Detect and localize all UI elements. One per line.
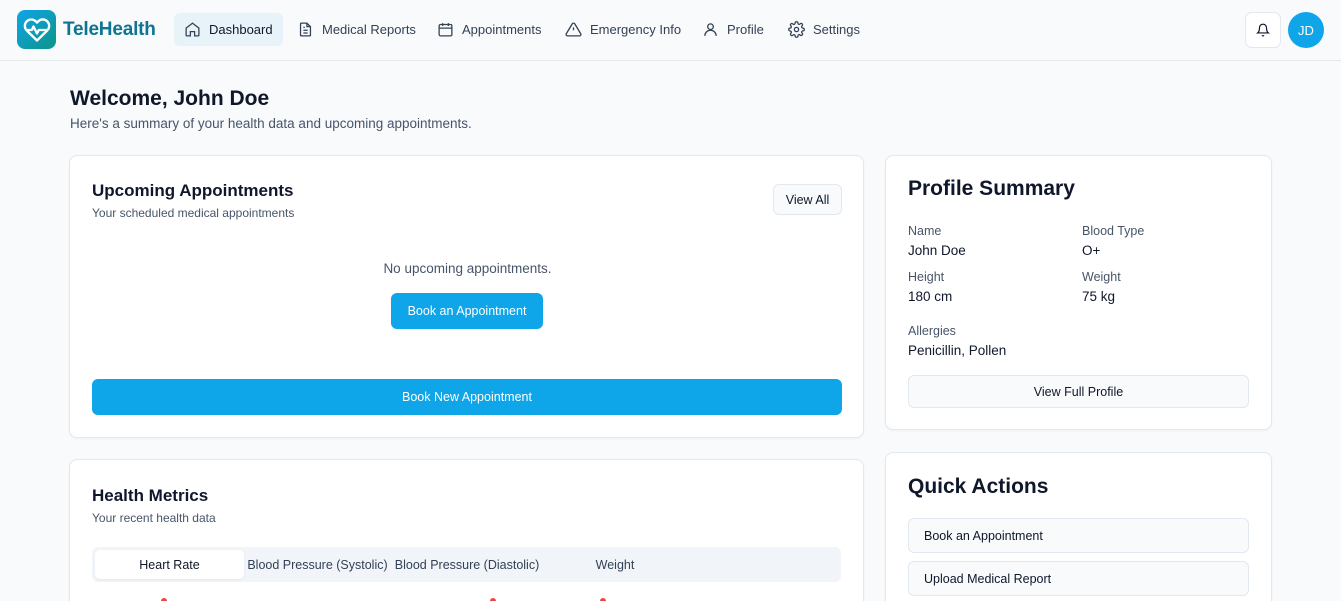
allergies-value: Penicillin, Pollen (908, 343, 1007, 358)
quick-actions-title: Quick Actions (908, 475, 1049, 498)
notifications-button[interactable] (1245, 12, 1281, 48)
tab-weight[interactable]: Weight (542, 550, 688, 579)
profile-summary-card: Profile Summary Name John Doe Blood Type… (885, 155, 1272, 430)
app-name[interactable]: TeleHealth (63, 19, 156, 41)
home-icon (185, 22, 200, 37)
appointments-card: Upcoming Appointments Your scheduled med… (69, 155, 864, 438)
top-navbar: TeleHealth Dashboard Medical Reports App… (0, 0, 1341, 61)
appointments-title: Upcoming Appointments (92, 181, 294, 200)
page-subtitle: Here's a summary of your health data and… (70, 116, 472, 131)
nav-label: Medical Reports (322, 22, 416, 37)
tab-heart-rate[interactable]: Heart Rate (95, 550, 244, 579)
nav-label: Appointments (462, 22, 542, 37)
nav-label: Emergency Info (590, 22, 682, 37)
warning-icon (565, 22, 582, 37)
name-value: John Doe (908, 243, 966, 258)
nav-appointments[interactable]: Appointments (427, 13, 552, 46)
allergies-label: Allergies (908, 324, 956, 338)
nav-settings[interactable]: Settings (778, 13, 870, 46)
nav-dashboard[interactable]: Dashboard (174, 13, 283, 46)
user-avatar[interactable]: JD (1288, 12, 1324, 48)
calendar-icon (438, 23, 453, 37)
metrics-tabs: Heart Rate Blood Pressure (Systolic) Blo… (92, 547, 841, 582)
user-icon (704, 23, 717, 36)
nav-label: Profile (727, 22, 764, 37)
view-all-button[interactable]: View All (773, 184, 842, 215)
profile-summary-title: Profile Summary (908, 177, 1075, 200)
file-icon (299, 22, 312, 37)
blood-type-label: Blood Type (1082, 224, 1145, 238)
health-metrics-subtitle: Your recent health data (92, 511, 216, 525)
gear-icon (788, 21, 805, 38)
tab-blood-pressure-systolic[interactable]: Blood Pressure (Systolic) (245, 550, 390, 579)
book-new-appointment-button[interactable]: Book New Appointment (92, 379, 842, 415)
name-label: Name (908, 224, 942, 238)
appointments-subtitle: Your scheduled medical appointments (92, 206, 295, 220)
blood-type-value: O+ (1082, 243, 1101, 258)
height-label: Height (908, 270, 945, 284)
nav-label: Settings (813, 22, 860, 37)
nav-label: Dashboard (209, 22, 273, 37)
weight-value: 75 kg (1082, 289, 1116, 304)
height-value: 180 cm (908, 289, 953, 304)
quick-action-book-appointment[interactable]: Book an Appointment (908, 518, 1249, 553)
nav-emergency-info[interactable]: Emergency Info (555, 13, 691, 46)
view-full-profile-button[interactable]: View Full Profile (908, 375, 1249, 408)
empty-appointments-message: No upcoming appointments. (383, 261, 552, 276)
tab-blood-pressure-diastolic[interactable]: Blood Pressure (Diastolic) (392, 550, 542, 579)
heart-pulse-logo-icon[interactable] (17, 10, 56, 49)
quick-action-upload-report[interactable]: Upload Medical Report (908, 561, 1249, 596)
health-metrics-title: Health Metrics (92, 486, 209, 505)
nav-profile[interactable]: Profile (692, 13, 774, 46)
quick-actions-card: Quick Actions Book an Appointment Upload… (885, 452, 1272, 601)
weight-label: Weight (1082, 270, 1121, 284)
page-title: Welcome, John Doe (70, 87, 270, 110)
bell-icon (1256, 23, 1270, 37)
book-appointment-button[interactable]: Book an Appointment (391, 293, 543, 329)
nav-medical-reports[interactable]: Medical Reports (287, 13, 426, 46)
